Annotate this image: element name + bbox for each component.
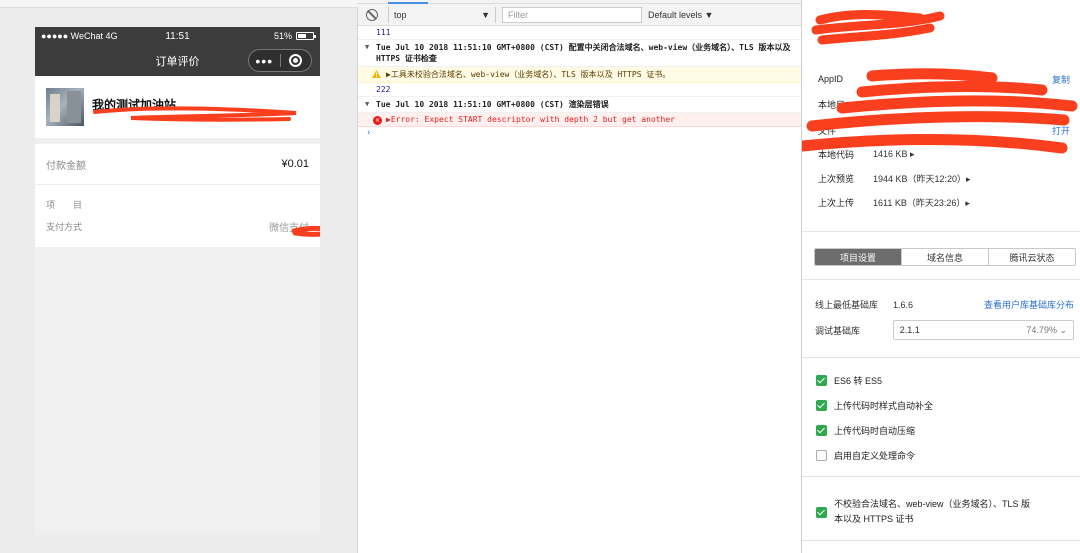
project-details-panel: AppID 复制 本地目 打开 文件 打开 本地代码 1416 KB ▸ 上次预… [801, 0, 1080, 553]
simulator-toolbar [0, 0, 358, 8]
payment-card: 付款金额 ¥0.01 项 目 支付方式 微信支付 [35, 144, 320, 247]
console-toolbar: top ▼ Filter Default levels ▼ [358, 4, 801, 26]
detail-row: 支付方式 微信支付 [46, 215, 309, 237]
close-icon [289, 54, 303, 67]
store-photo [46, 88, 84, 126]
log-warning[interactable]: ▶工具未校验合法域名、web-view（业务域名）、TLS 版本以及 HTTPS… [358, 67, 801, 83]
divider [802, 476, 1080, 477]
debug-lib-select[interactable]: 2.1.1 74.79% ⌄ [892, 320, 1074, 340]
checkbox-skip-domain-check[interactable]: 不校验合法域名、web-view（业务域名）、TLS 版 本以及 HTTPS 证… [816, 497, 1072, 527]
code-size-value[interactable]: 1416 KB ▸ [873, 149, 915, 160]
console-prompt[interactable]: › [358, 127, 801, 140]
log-group[interactable]: ▼ Tue Jul 10 2018 11:51:10 GMT+0800 (CST… [358, 40, 801, 67]
debug-lib-value: 2.1.1 [899, 325, 920, 335]
amount-row: 付款金额 ¥0.01 [35, 144, 320, 184]
redaction-mark [811, 10, 945, 45]
tab-project-settings[interactable]: 项目设置 [815, 249, 902, 265]
devtools-window: ●●●●● WeChat 4G 11:51 51% 订单评价 ••• 我的测试加… [0, 0, 1080, 553]
checkbox-label: 上传代码时自动压缩 [834, 426, 916, 436]
context-select[interactable]: top ▼ [388, 6, 496, 23]
detail-row: 项 目 [46, 193, 309, 215]
console-log-list: 111 ▼ Tue Jul 10 2018 11:51:10 GMT+0800 … [358, 26, 801, 140]
redaction-mark [802, 68, 1078, 154]
log-group[interactable]: ▼ Tue Jul 10 2018 11:51:10 GMT+0800 (CST… [358, 97, 801, 113]
detail-label: 项 目 [46, 199, 83, 210]
checkbox-unchecked-icon[interactable] [816, 450, 827, 461]
tab-tencent-cloud[interactable]: 腾讯云状态 [989, 249, 1075, 265]
checkbox-label: 上传代码时样式自动补全 [834, 401, 934, 411]
checkbox-label-line2: 本以及 HTTPS 证书 [834, 514, 914, 524]
filter-input[interactable]: Filter [502, 6, 642, 23]
last-preview-row: 上次预览 1944 KB（昨天12:20）▸ [818, 171, 1070, 185]
amount-value: ¥0.01 [281, 158, 309, 170]
order-details: 项 目 支付方式 微信支付 [35, 185, 320, 247]
min-lib-label: 线上最低基础库 [815, 300, 879, 310]
context-value: top [394, 9, 407, 20]
clock: 11:51 [165, 30, 190, 42]
min-lib-row: 线上最低基础库 1.6.6 查看用户库基础库分布 [815, 298, 1074, 311]
simulator-pane: ●●●●● WeChat 4G 11:51 51% 订单评价 ••• 我的测试加… [0, 0, 358, 553]
debug-lib-label: 调试基础库 [815, 325, 861, 336]
nav-bar: 订单评价 ••• [35, 45, 320, 76]
amount-label: 付款金额 [46, 160, 86, 172]
checkbox-label: ES6 转 ES5 [834, 376, 883, 386]
code-size-row: 本地代码 1416 KB ▸ [818, 147, 1070, 161]
checkbox-checked-icon[interactable] [816, 375, 827, 386]
divider [802, 357, 1080, 358]
active-tab-indicator [388, 2, 428, 4]
clear-console-icon[interactable] [366, 8, 378, 21]
log-entry: 111 [358, 26, 801, 40]
console-panel: top ▼ Filter Default levels ▼ 111 ▼ Tue … [358, 0, 801, 553]
checkbox-checked-icon[interactable] [816, 506, 827, 518]
expand-triangle-icon[interactable]: ▼ [365, 100, 369, 108]
checkbox-label-line1: 不校验合法域名、web-view（业务域名）、TLS 版 [834, 499, 1031, 509]
tab-domain-info[interactable]: 域名信息 [902, 249, 989, 265]
lib-distribution-link[interactable]: 查看用户库基础库分布 [984, 298, 1074, 311]
redaction-mark [291, 225, 320, 237]
levels-dropdown[interactable]: Default levels ▼ [648, 10, 713, 20]
checkbox-custom-command[interactable]: 启用自定义处理命令 [816, 449, 1072, 462]
dropdown-arrow-icon: ▼ [481, 9, 490, 20]
capsule-menu: ••• [248, 49, 312, 72]
store-card[interactable]: 我的测试加油站 [35, 76, 320, 138]
error-text: ▶Error: Expect START descriptor with dep… [386, 115, 675, 124]
code-size-label: 本地代码 [818, 149, 855, 160]
debug-lib-row: 调试基础库 2.1.1 74.79% ⌄ [815, 320, 1074, 340]
phone-screen: ●●●●● WeChat 4G 11:51 51% 订单评价 ••• 我的测试加… [35, 27, 320, 535]
detail-label: 支付方式 [46, 221, 83, 232]
last-upload-row: 上次上传 1611 KB（昨天23:26）▸ [818, 195, 1070, 209]
log-group-title: Tue Jul 10 2018 11:51:10 GMT+0800 (CST) … [376, 43, 791, 63]
warning-icon [372, 70, 381, 78]
more-icon[interactable]: ••• [249, 52, 280, 70]
last-preview-value[interactable]: 1944 KB（昨天12:20）▸ [873, 172, 971, 185]
checkbox-checked-icon[interactable] [816, 400, 827, 411]
project-info: AppID 复制 本地目 打开 文件 打开 本地代码 1416 KB ▸ 上次预… [802, 0, 1080, 232]
checkbox-label: 启用自定义处理命令 [834, 451, 916, 461]
log-group-title: Tue Jul 10 2018 11:51:10 GMT+0800 (CST) … [376, 100, 609, 109]
checkbox-es6[interactable]: ES6 转 ES5 [816, 374, 1072, 387]
redaction-mark [93, 106, 297, 122]
page-title: 订单评价 [155, 55, 200, 68]
close-button[interactable] [281, 54, 312, 67]
divider [802, 279, 1080, 280]
last-preview-label: 上次预览 [818, 173, 855, 184]
debug-lib-coverage: 74.79% ⌄ [1026, 324, 1067, 335]
log-entry: 222 [358, 83, 801, 97]
warning-text: ▶工具未校验合法域名、web-view（业务域名）、TLS 版本以及 HTTPS… [386, 70, 671, 79]
log-error[interactable]: × ▶Error: Expect START descriptor with d… [358, 113, 801, 127]
checkbox-checked-icon[interactable] [816, 425, 827, 436]
error-icon: × [373, 116, 382, 125]
settings-tabs: 项目设置 域名信息 腾讯云状态 [814, 248, 1076, 266]
devtools-tabs [358, 0, 801, 4]
status-bar: ●●●●● WeChat 4G 11:51 51% [35, 27, 320, 45]
battery-icon [296, 32, 316, 40]
last-upload-label: 上次上传 [818, 197, 855, 208]
expand-triangle-icon[interactable]: ▼ [365, 43, 369, 51]
last-upload-value[interactable]: 1611 KB（昨天23:26）▸ [873, 196, 970, 209]
min-lib-value: 1.6.6 [893, 299, 914, 310]
checkbox-minify[interactable]: 上传代码时自动压缩 [816, 424, 1072, 437]
divider [802, 540, 1080, 541]
checkbox-style-complete[interactable]: 上传代码时样式自动补全 [816, 399, 1072, 412]
